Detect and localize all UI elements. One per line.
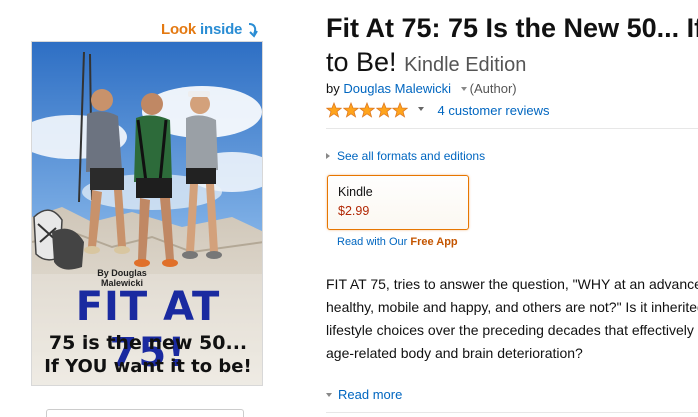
look-inside-label-inside: inside	[200, 21, 243, 38]
star-icon	[392, 102, 408, 118]
rating-row: 4 customer reviews	[326, 102, 549, 118]
product-title-line-2: to Be! Kindle Edition	[326, 46, 526, 81]
format-price: $2.99	[338, 204, 370, 218]
read-with-label: Read with Our	[337, 236, 408, 248]
star-icon	[375, 102, 392, 118]
format-swatch-kindle[interactable]: Kindle $2.99	[327, 175, 469, 230]
description-line: FIT AT 75, tries to answer the question,…	[326, 276, 698, 292]
edition-label: Kindle Edition	[404, 54, 527, 76]
cover-thumbnail-strip[interactable]	[46, 409, 244, 417]
star-rating[interactable]	[326, 102, 409, 118]
expand-arrow-right-icon	[326, 153, 330, 159]
read-more-label: Read more	[338, 387, 403, 402]
cover-subtitle-line-1: 75 is the new 50...	[48, 332, 248, 354]
author-dropdown-caret-icon[interactable]	[460, 86, 467, 91]
look-inside-label-look: Look	[161, 21, 197, 38]
format-name: Kindle	[338, 185, 373, 199]
description-line: age-related body and brain deterioration…	[326, 345, 583, 361]
book-description: FIT AT 75, tries to answer the question,…	[326, 273, 698, 365]
byline-by: by	[326, 81, 340, 96]
curved-arrow-down-icon	[249, 22, 259, 38]
product-title: Fit At 75: 75 Is the New 50... If You Wa…	[326, 13, 698, 43]
star-icon	[342, 102, 359, 118]
rating-dropdown-caret-icon[interactable]	[417, 107, 424, 111]
read-with-free-app-link[interactable]: Read with Our Free App	[337, 236, 458, 248]
product-title-continued: to Be!	[326, 47, 397, 77]
section-divider	[326, 128, 698, 129]
section-divider	[326, 412, 698, 413]
author-link[interactable]: Douglas Malewicki	[343, 81, 451, 96]
read-more-link[interactable]: Read more	[326, 387, 402, 402]
book-cover-image[interactable]: By Douglas Malewicki FIT AT 75! 75 is th…	[31, 41, 263, 386]
author-byline: by Douglas Malewicki (Author)	[326, 81, 517, 96]
expand-arrow-down-icon	[326, 392, 332, 397]
star-icon	[326, 102, 342, 118]
author-role: (Author)	[469, 81, 517, 96]
cover-subtitle-line-2: If YOU want it to be!	[44, 356, 252, 377]
look-inside-link[interactable]: Look inside	[161, 21, 260, 38]
star-icon	[359, 102, 375, 118]
see-all-formats-link[interactable]: See all formats and editions	[326, 149, 485, 163]
description-line: lifestyle choices over the preceding dec…	[326, 322, 694, 338]
see-all-formats-label: See all formats and editions	[337, 149, 486, 163]
customer-reviews-link[interactable]: 4 customer reviews	[438, 103, 550, 118]
description-line: healthy, mobile and happy, and others ar…	[326, 299, 698, 315]
free-app-label: Free App	[410, 236, 458, 248]
